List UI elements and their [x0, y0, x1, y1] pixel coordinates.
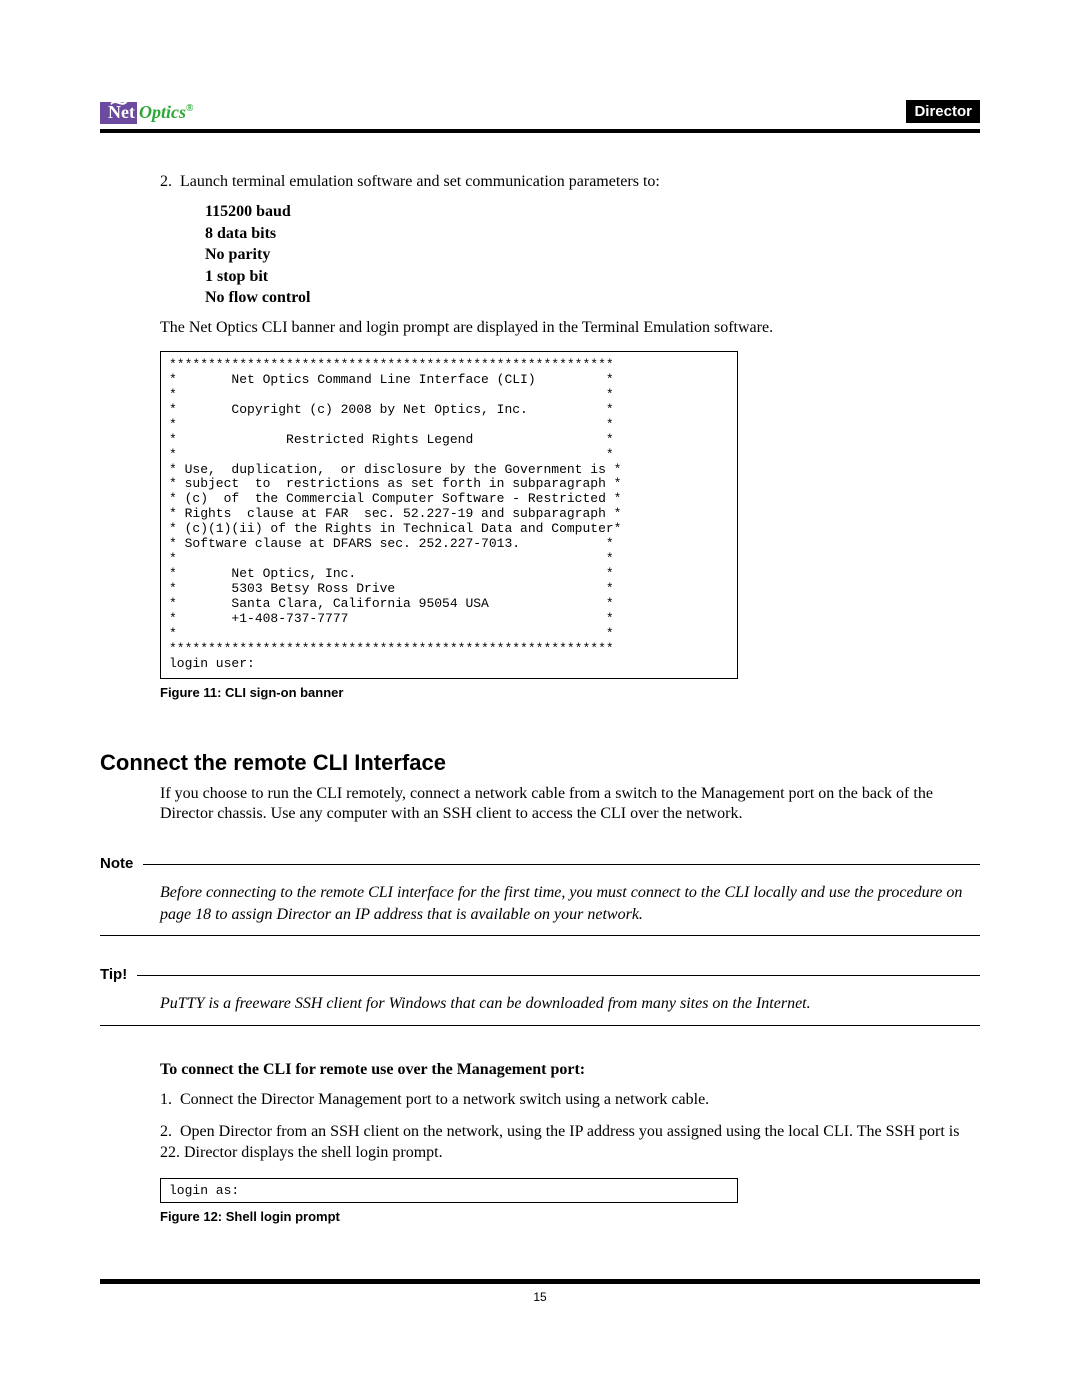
comm-params: 115200 baud 8 data bits No parity 1 stop… [205, 201, 980, 309]
section-heading: Connect the remote CLI Interface [100, 750, 980, 776]
tip-bottom-rule [100, 1025, 980, 1026]
page-header: NetOptics® ∼ Director [100, 100, 980, 123]
logo-optics-text: Optics® [137, 102, 193, 122]
header-rule [100, 129, 980, 133]
cli-banner-terminal: ****************************************… [160, 351, 738, 679]
tilde-icon: ∼ [108, 88, 130, 118]
note-heading-row: Note [100, 825, 980, 872]
director-badge: Director [906, 100, 980, 123]
remote-subhead: To connect the CLI for remote use over t… [160, 1061, 980, 1079]
tip-heading-row: Tip! [100, 936, 980, 983]
step-2: 2. Launch terminal emulation software an… [160, 173, 980, 191]
tip-label: Tip! [100, 966, 127, 983]
shell-login-terminal: login as: [160, 1178, 738, 1203]
page-number: 15 [100, 1290, 980, 1304]
remote-step-2: 2. Open Director from an SSH client on t… [160, 1121, 980, 1164]
note-label: Note [100, 855, 133, 872]
figure-12-caption: Figure 12: Shell login prompt [160, 1209, 980, 1224]
netoptics-logo: NetOptics® ∼ [100, 102, 193, 123]
figure-11-caption: Figure 11: CLI sign-on banner [160, 685, 980, 700]
note-text: Before connecting to the remote CLI inte… [160, 882, 980, 925]
tip-text: PuTTY is a freeware SSH client for Windo… [160, 993, 980, 1015]
footer-rule [100, 1279, 980, 1284]
section-body: If you choose to run the CLI remotely, c… [160, 784, 980, 826]
step-2-after: The Net Optics CLI banner and login prom… [160, 319, 980, 337]
remote-step-1: 1. Connect the Director Management port … [160, 1089, 980, 1111]
